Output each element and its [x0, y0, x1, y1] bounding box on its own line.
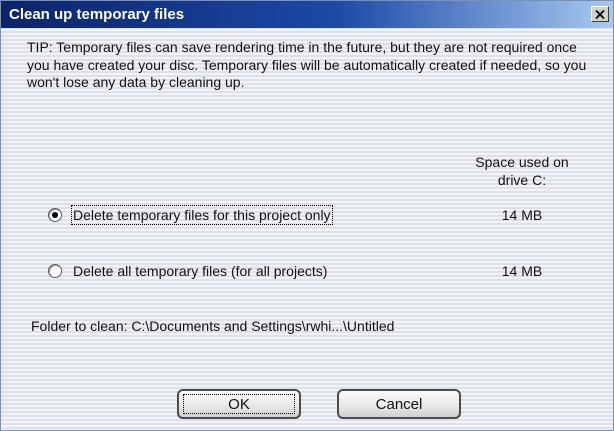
- cancel-button[interactable]: Cancel: [337, 389, 461, 419]
- radio-label-all-projects[interactable]: Delete all temporary files (for all proj…: [73, 263, 327, 279]
- dialog-title: Clean up temporary files: [9, 6, 185, 23]
- ok-button-label: OK: [228, 395, 250, 413]
- radio-button-selected-icon[interactable]: [48, 208, 62, 222]
- cancel-button-label: Cancel: [375, 395, 423, 413]
- radio-option-this-project[interactable]: Delete temporary files for this project …: [48, 204, 333, 226]
- radio-option-all-projects[interactable]: Delete all temporary files (for all proj…: [48, 260, 327, 282]
- space-used-header-line1: Space used on: [475, 154, 569, 170]
- radio-button-unselected-icon[interactable]: [48, 264, 62, 278]
- space-used-all-projects: 14 MB: [501, 263, 543, 279]
- space-used-this-project: 14 MB: [501, 207, 543, 223]
- radio-label-this-project[interactable]: Delete temporary files for this project …: [71, 205, 333, 225]
- clean-up-dialog: Clean up temporary files TIP: Temporary …: [0, 0, 614, 431]
- space-used-header-line2: drive C:: [497, 172, 547, 188]
- title-bar[interactable]: Clean up temporary files: [1, 1, 613, 28]
- close-button[interactable]: [591, 6, 609, 22]
- ok-button[interactable]: OK: [177, 389, 301, 419]
- close-icon: [595, 9, 605, 19]
- tip-text: TIP: Temporary files can save rendering …: [27, 39, 587, 90]
- folder-to-clean: Folder to clean: C:\Documents and Settin…: [31, 318, 395, 334]
- space-used-header: Space used on drive C:: [457, 153, 587, 189]
